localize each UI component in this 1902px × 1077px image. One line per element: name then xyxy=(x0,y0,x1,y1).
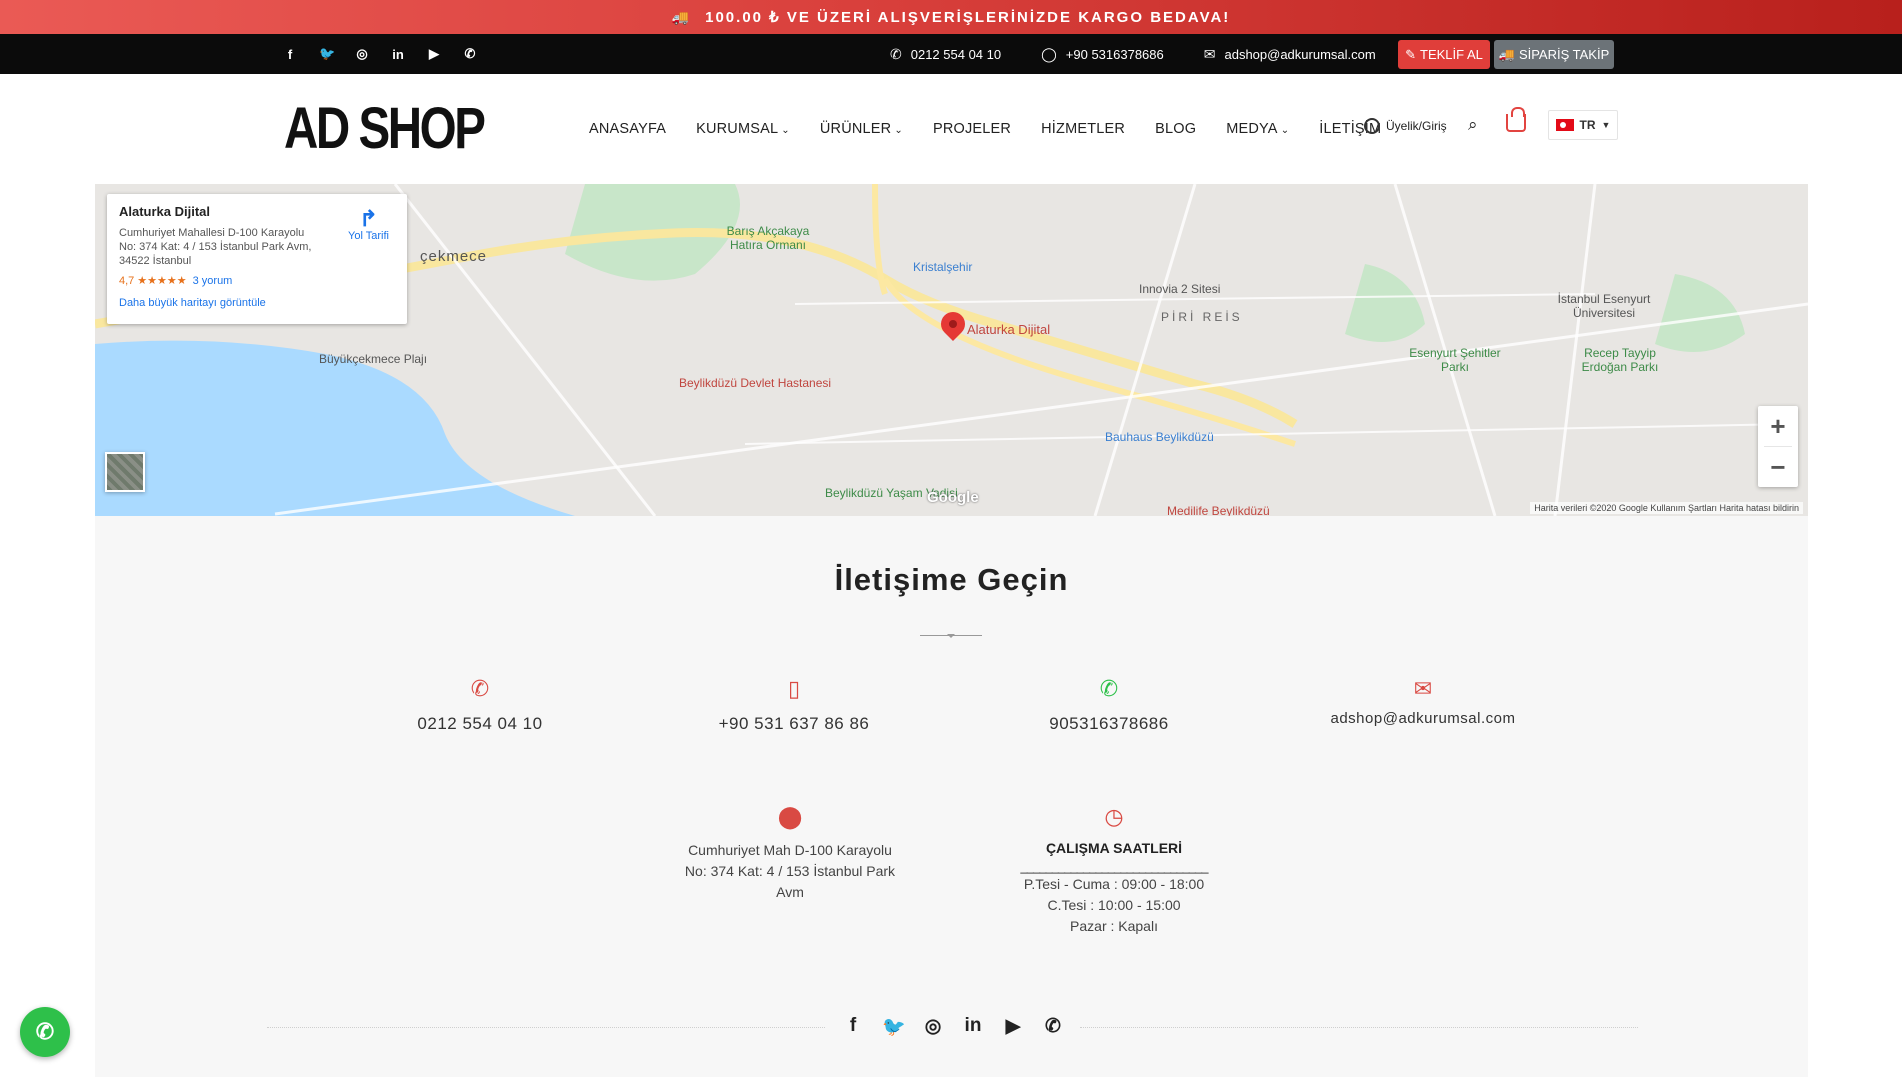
chevron-down-icon: ⌄ xyxy=(781,125,790,136)
site-header: AD SHOP ANASAYFA KURUMSAL ⌄ ÜRÜNLER ⌄ PROJ… xyxy=(0,74,1902,184)
map-label: çekmece xyxy=(420,248,488,265)
mobile-icon: ▯ xyxy=(787,676,801,701)
map-label: Kristalşehir xyxy=(913,260,973,274)
top-phone[interactable]: ✆ 0212 554 04 10 xyxy=(890,46,1001,63)
order-tracking-button[interactable]: 🚚 SİPARİŞ TAKİP xyxy=(1494,40,1614,69)
user-icon xyxy=(1364,118,1380,134)
facebook-icon[interactable]: f xyxy=(842,1015,864,1039)
contact-mobile[interactable]: ▯ +90 531 637 86 86 xyxy=(654,676,934,734)
bottom-social-links: f 🐦 ◎ in ▶ ✆ xyxy=(842,1015,1064,1039)
directions-button[interactable]: ↱ Yol Tarifi xyxy=(348,206,389,243)
whatsapp-icon: ◯ xyxy=(1041,45,1057,62)
youtube-icon[interactable]: ▶ xyxy=(427,46,441,62)
zoom-out-button[interactable]: − xyxy=(1758,447,1798,487)
top-email[interactable]: ✉ adshop@adkurumsal.com xyxy=(1204,46,1376,63)
map-label: Beylikdüzü Devlet Hastanesi xyxy=(679,376,832,390)
truck-icon: 🚚 xyxy=(1498,46,1515,62)
contact-address: ⬤ Cumhuriyet Mah D-100 Karayolu No: 374 … xyxy=(660,804,920,903)
chevron-down-icon: ⌄ xyxy=(1280,125,1290,136)
main-nav: ANASAYFA KURUMSAL ⌄ ÜRÜNLER ⌄ PROJELER HİZ… xyxy=(589,74,1411,184)
pencil-icon: ✎ xyxy=(1405,46,1417,62)
envelope-icon: ✉ xyxy=(1413,676,1433,701)
truck-icon: 🚚 xyxy=(671,8,692,25)
search-icon[interactable]: ⌕ xyxy=(1468,115,1478,135)
login-link[interactable]: Üyelik/Giriş xyxy=(1364,118,1447,134)
whatsapp-icon: ✆ xyxy=(1099,676,1119,701)
satellite-toggle[interactable] xyxy=(105,452,145,492)
language-selector[interactable]: TR ▼ xyxy=(1548,110,1618,140)
hours-underline: ______________________________ xyxy=(1020,859,1209,874)
contact-whatsapp[interactable]: ✆ 905316378686 xyxy=(969,676,1249,734)
promo-text: 100.00 ₺ VE ÜZERİ ALIŞVERİŞLERİNİZDE KAR… xyxy=(705,9,1231,26)
chevron-down-icon: ⌄ xyxy=(894,125,903,136)
quote-button[interactable]: ✎ TEKLİF AL xyxy=(1398,40,1490,69)
working-hours: ◷ ÇALIŞMA SAATLERİ _____________________… xyxy=(974,804,1254,937)
divider xyxy=(1080,1027,1638,1028)
phone-icon: ✆ xyxy=(470,676,490,701)
directions-icon: ↱ xyxy=(359,206,378,231)
nav-home[interactable]: ANASAYFA xyxy=(589,121,666,137)
google-logo: Google xyxy=(927,489,979,506)
zoom-control: + − xyxy=(1758,406,1798,487)
nav-projects[interactable]: PROJELER xyxy=(933,121,1011,137)
map-label: Esenyurt Şehitler Parkı xyxy=(1409,346,1501,374)
pin-label: Alaturka Dijital xyxy=(967,322,1051,337)
whatsapp-icon[interactable]: ✆ xyxy=(1042,1015,1064,1039)
twitter-icon[interactable]: 🐦 xyxy=(319,46,335,62)
linkedin-icon[interactable]: in xyxy=(962,1015,984,1039)
contact-section: İletişime Geçin ✆ 0212 554 04 10 ▯ +90 5… xyxy=(95,516,1808,1077)
map-label: Recep Tayyip Erdoğan Parkı xyxy=(1581,346,1659,374)
top-social-links: f 🐦 ◎ in ▶ ✆ xyxy=(283,34,477,74)
place-address: Cumhuriyet Mahallesi D-100 Karayolu No: … xyxy=(119,227,312,267)
logo[interactable]: AD SHOP xyxy=(284,100,486,158)
section-title: İletişime Geçin xyxy=(834,562,1069,597)
twitter-icon[interactable]: 🐦 xyxy=(882,1015,906,1039)
map-marker-icon: ⬤ xyxy=(777,804,803,829)
map-info-card: Alaturka Dijital Cumhuriyet Mahallesi D-… xyxy=(107,194,407,324)
nav-services[interactable]: HİZMETLER xyxy=(1041,121,1125,137)
promo-bar: 🚚 100.00 ₺ VE ÜZERİ ALIŞVERİŞLERİNİZDE K… xyxy=(0,0,1902,34)
top-whatsapp[interactable]: ◯ +90 5316378686 xyxy=(1041,46,1164,63)
turkey-flag-icon xyxy=(1555,119,1574,131)
caret-down-icon: ▼ xyxy=(1601,120,1611,130)
whatsapp-icon[interactable]: ✆ xyxy=(463,46,477,62)
nav-media[interactable]: MEDYA ⌄ xyxy=(1226,121,1289,137)
top-contacts: ✆ 0212 554 04 10 ◯ +90 5316378686 ✉ adsh… xyxy=(890,34,1416,74)
google-map[interactable]: Barış Akçakaya Hatıra Ormanı Kristalşehi… xyxy=(95,184,1808,516)
nav-products[interactable]: ÜRÜNLER ⌄ xyxy=(820,121,903,137)
instagram-icon[interactable]: ◎ xyxy=(355,46,369,62)
map-label: Innovia 2 Sitesi xyxy=(1139,282,1221,296)
nav-blog[interactable]: BLOG xyxy=(1155,121,1196,137)
stars-icon: ★★★★★ xyxy=(137,275,187,287)
phone-icon: ✆ xyxy=(890,45,902,62)
whatsapp-float-button[interactable]: ✆ xyxy=(20,1007,70,1057)
divider xyxy=(267,1027,825,1028)
zoom-in-button[interactable]: + xyxy=(1758,406,1798,446)
map-footer[interactable]: Harita verileri ©2020 Google Kullanım Şa… xyxy=(1530,502,1803,514)
map-label: Büyükçekmece Plajı xyxy=(319,352,428,366)
title-divider xyxy=(920,634,982,638)
map-label: PİRİ REİS xyxy=(1161,310,1243,324)
hours-title: ÇALIŞMA SAATLERİ xyxy=(1045,840,1183,856)
map-label: Medilife Beylikdüzü xyxy=(1167,504,1270,516)
contact-phone[interactable]: ✆ 0212 554 04 10 xyxy=(340,676,620,734)
top-bar: f 🐦 ◎ in ▶ ✆ ✆ 0212 554 04 10 ◯ +90 5316… xyxy=(0,34,1902,74)
reviews-link[interactable]: 3 yorum xyxy=(193,275,233,287)
place-rating: 4,7 ★★★★★ 3 yorum xyxy=(119,275,233,287)
map-label: Bauhaus Beylikdüzü xyxy=(1105,430,1214,444)
map-label: İstanbul Esenyurt Üniversitesi xyxy=(1557,292,1651,320)
bigger-map-link[interactable]: Daha büyük haritayı görüntüle xyxy=(119,297,395,309)
whatsapp-icon: ✆ xyxy=(35,1019,55,1044)
cart-icon[interactable] xyxy=(1506,107,1526,132)
linkedin-icon[interactable]: in xyxy=(391,47,405,62)
map-label: Barış Akçakaya Hatıra Ormanı xyxy=(726,224,810,252)
nav-corporate[interactable]: KURUMSAL ⌄ xyxy=(696,121,790,137)
youtube-icon[interactable]: ▶ xyxy=(1002,1015,1024,1039)
contact-email[interactable]: ✉ adshop@adkurumsal.com xyxy=(1283,676,1563,727)
instagram-icon[interactable]: ◎ xyxy=(922,1015,944,1039)
facebook-icon[interactable]: f xyxy=(283,47,297,62)
clock-icon: ◷ xyxy=(1104,804,1124,829)
envelope-icon: ✉ xyxy=(1203,45,1216,62)
